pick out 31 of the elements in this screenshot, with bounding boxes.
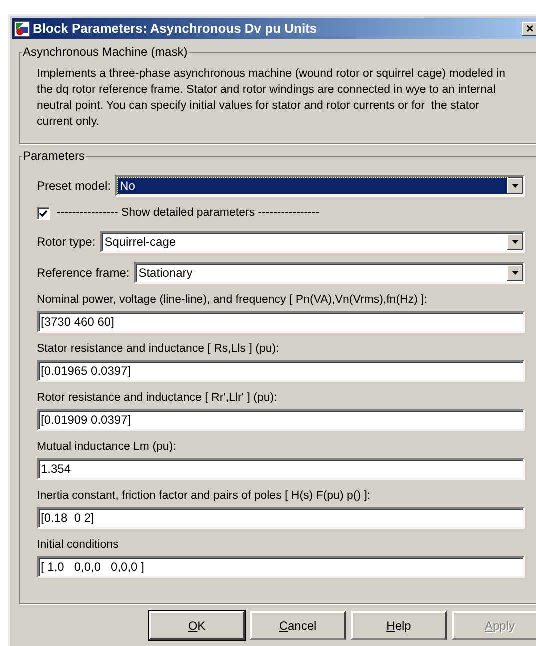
dialog-button[interactable]: Help [351, 611, 447, 640]
checkbox[interactable] [37, 207, 50, 220]
field-label: Rotor resistance and inductance [ Rr',Llr' ] (pu): [37, 391, 278, 406]
caret-down-icon [512, 240, 518, 244]
field-label: Stator resistance and inductance [ Rs,Lls ] (pu): [37, 342, 280, 357]
dialog-button[interactable]: OK [149, 611, 245, 640]
caret-down-icon [512, 184, 518, 188]
field-label: Reference frame: [37, 265, 130, 282]
checkbox-label: ---------------- Show detailed parameters ---------------- [57, 206, 320, 221]
dropdown[interactable]: Stationary [134, 262, 525, 284]
input-field[interactable]: [0.18 0 2] [37, 507, 525, 529]
input-field[interactable]: [0.01965 0.0397] [37, 360, 525, 382]
field-label: Nominal power, voltage (line-line), and frequency [ Pn(VA),Vn(Vrms),fn(Hz) ]: [37, 293, 428, 308]
field-label: Initial conditions [37, 538, 119, 553]
input-field[interactable]: 1.354 [37, 458, 525, 480]
dropdown[interactable]: No [115, 175, 525, 197]
description-text: Implements a three-phase asynchronous machine (wound rotor or squirrel cage) modeled in the dq rotor reference frame. Stator and rotor windings are connected in wye to an internal neutral point. You can specify initial values for stator and rotor currents or for the stator current only. [37, 67, 507, 130]
field-label: Rotor type: [37, 234, 96, 251]
dropdown[interactable]: Squirrel-cage [100, 231, 525, 253]
group-title: Asynchronous Machine (mask) [22, 45, 189, 60]
block-icon [14, 20, 30, 36]
caret-down-icon [512, 271, 518, 275]
input-field[interactable]: [3730 460 60] [37, 311, 525, 333]
close-button[interactable]: × [522, 22, 536, 36]
dialog-button[interactable]: Cancel [250, 611, 346, 640]
input-field[interactable]: [ 1,0 0,0,0 0,0,0 ] [37, 556, 525, 578]
window-title: Block Parameters: Asynchronous Dv pu Units [33, 20, 318, 38]
input-field[interactable]: [0.01909 0.0397] [37, 409, 525, 431]
field-label: Mutual inductance Lm (pu): [37, 440, 176, 455]
field-label: Inertia constant, friction factor and pairs of poles [ H(s) F(pu) p() ]: [37, 489, 371, 504]
field-label: Preset model: [37, 178, 112, 195]
